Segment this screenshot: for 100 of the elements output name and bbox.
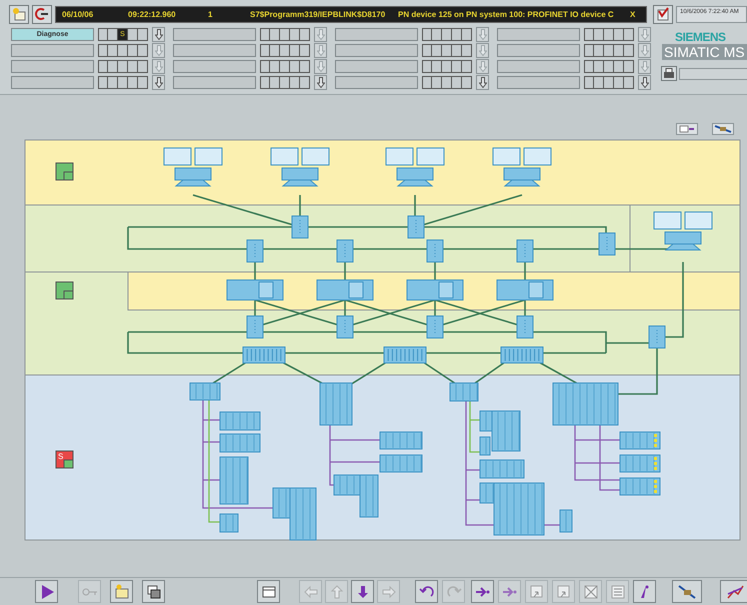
status-cell <box>432 60 442 73</box>
field-device-icon <box>220 514 238 532</box>
status-cell <box>280 28 290 41</box>
area-field[interactable] <box>335 28 418 41</box>
arrow-button[interactable] <box>476 75 489 90</box>
window-copy-icon <box>144 582 162 600</box>
arrow-button[interactable] <box>638 43 651 58</box>
status-cell <box>108 28 118 41</box>
window-list-icon <box>608 582 626 600</box>
area-field[interactable] <box>11 76 94 89</box>
arrow-button[interactable] <box>476 43 489 58</box>
area-field[interactable] <box>497 44 580 57</box>
status-cell <box>260 44 270 57</box>
field-device-icon <box>220 412 260 430</box>
status-cell <box>604 76 614 89</box>
status-cell <box>624 76 634 89</box>
status-cell <box>614 60 624 73</box>
switch-icon <box>598 232 616 256</box>
area-field[interactable] <box>173 76 256 89</box>
toolbar-button[interactable] <box>672 580 702 603</box>
arrow-button[interactable] <box>638 75 651 90</box>
status-cell <box>452 60 462 73</box>
status-cell <box>614 28 624 41</box>
arrow-button[interactable] <box>476 27 489 42</box>
arrow-button[interactable] <box>314 75 327 90</box>
area-field[interactable] <box>173 60 256 73</box>
workstation-icon <box>492 148 552 186</box>
status-cell <box>442 44 452 57</box>
status-cell <box>422 76 432 89</box>
status-cell <box>442 28 452 41</box>
fieldbus-cable <box>329 424 381 486</box>
folder-icon <box>112 582 130 600</box>
status-cell <box>624 44 634 57</box>
status-cell <box>118 44 128 57</box>
field-device-icon <box>190 382 220 400</box>
loop-in-alarm-button[interactable] <box>32 4 52 24</box>
status-cell <box>300 60 310 73</box>
arrow-button[interactable] <box>152 27 165 42</box>
arrow-button[interactable] <box>314 59 327 74</box>
status-cell <box>300 76 310 89</box>
status-cell <box>98 28 108 41</box>
arrow-button[interactable] <box>476 59 489 74</box>
server-icon <box>496 280 554 300</box>
status-cell <box>138 76 148 89</box>
toolbar-button[interactable] <box>257 580 280 603</box>
area-field[interactable] <box>497 76 580 89</box>
status-cell <box>422 28 432 41</box>
status-cell <box>118 76 128 89</box>
workstation-icon <box>164 148 222 186</box>
status-cell <box>422 44 432 57</box>
field-device-icon <box>380 432 422 450</box>
crossed-window-icon <box>582 582 600 600</box>
toolbar-button[interactable] <box>142 580 165 603</box>
status-cell <box>584 44 594 57</box>
arrow-button[interactable] <box>152 59 165 74</box>
status-cell <box>290 60 300 73</box>
area-field[interactable] <box>497 28 580 41</box>
field-device-icon <box>620 454 660 472</box>
new-alarm-button[interactable] <box>9 4 29 24</box>
status-cell <box>604 44 614 57</box>
arrow-button[interactable] <box>314 43 327 58</box>
arrow-button[interactable] <box>638 59 651 74</box>
status-cell <box>290 76 300 89</box>
status-cell <box>270 76 280 89</box>
arrow-button[interactable] <box>314 27 327 42</box>
field-device-icon <box>220 456 248 504</box>
acknowledge-button[interactable] <box>653 4 673 24</box>
status-cell <box>98 76 108 89</box>
area-field[interactable] <box>11 60 94 73</box>
status-cell <box>300 44 310 57</box>
arrow-button[interactable] <box>152 43 165 58</box>
status-cell <box>98 60 108 73</box>
status-cell <box>260 28 270 41</box>
status-cell <box>260 60 270 73</box>
window-button[interactable] <box>676 123 698 135</box>
arrow-button[interactable] <box>638 27 651 42</box>
area-field[interactable] <box>335 60 418 73</box>
status-cell <box>614 76 624 89</box>
arrow-button[interactable] <box>152 75 165 90</box>
field-device-icon <box>480 482 544 536</box>
status-cell <box>108 60 118 73</box>
status-cell <box>300 28 310 41</box>
area-field[interactable] <box>335 76 418 89</box>
area-field[interactable] <box>335 44 418 57</box>
switch-icon <box>648 326 666 348</box>
area-field[interactable] <box>11 44 94 57</box>
status-marker-label: S <box>58 452 64 461</box>
area-field[interactable] <box>497 60 580 73</box>
area-field[interactable] <box>173 28 256 41</box>
field-device-icon <box>334 474 378 518</box>
status-cell <box>270 28 280 41</box>
patch-switch-icon <box>384 346 426 364</box>
status-cell <box>442 60 452 73</box>
area-field[interactable] <box>173 44 256 57</box>
status-cell <box>280 44 290 57</box>
status-cell <box>128 60 138 73</box>
tool-button[interactable] <box>712 123 734 135</box>
field-device-icon <box>220 434 260 452</box>
printer-button[interactable] <box>661 66 677 81</box>
alarm-source: S7$Programm319/IEPBLINK$D8170 <box>250 10 386 18</box>
